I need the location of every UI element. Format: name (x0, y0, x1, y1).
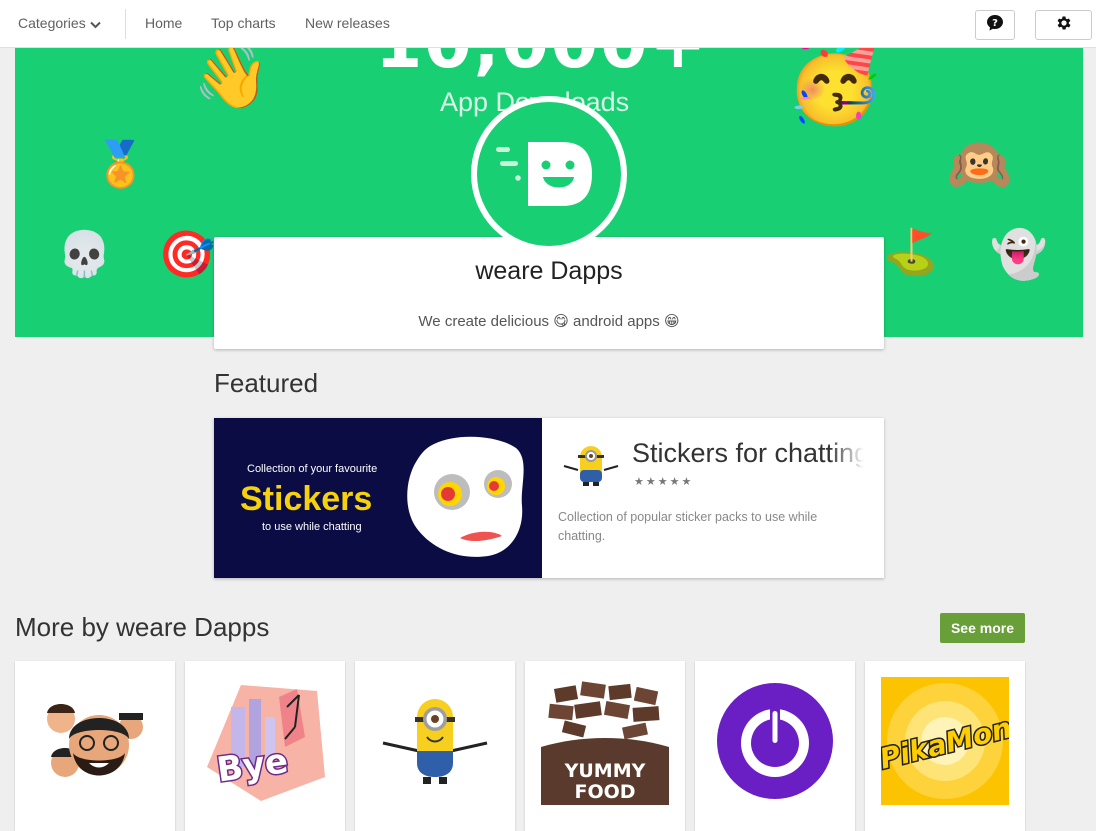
app-card[interactable]: PikaMon (865, 661, 1025, 831)
medal-icon: 🏅 (93, 140, 148, 189)
chevron-down-icon (89, 16, 101, 32)
tagline-text-2: android apps (573, 313, 660, 330)
ghost-icon: 👻 (990, 228, 1048, 280)
see-more-button[interactable]: See more (940, 613, 1025, 643)
featured-banner-line3: to use while chatting (262, 521, 362, 533)
dapps-logo-icon (496, 142, 592, 206)
app-card[interactable] (695, 661, 855, 831)
categories-label: Categories (18, 15, 86, 31)
app-card[interactable] (15, 661, 175, 831)
grin-emoji-icon: 😁 (663, 313, 680, 330)
nav-divider (125, 9, 126, 39)
bye-sticker-icon: Bye (201, 677, 329, 805)
nav-home[interactable]: Home (145, 15, 182, 31)
gear-icon (1055, 14, 1073, 37)
tagline-text-1: We create delicious (418, 313, 550, 330)
yummy-label-1: YUMMY (564, 760, 646, 782)
developer-logo (471, 96, 627, 252)
developer-tagline: We create delicious 😋 android apps 😁 (214, 312, 884, 330)
nav-new-releases[interactable]: New releases (305, 15, 390, 31)
nav-top-charts[interactable]: Top charts (211, 15, 276, 31)
golf-flag-icon: ⛳ (883, 228, 938, 277)
app-card[interactable]: YUMMY FOOD (525, 661, 685, 831)
developer-card: weare Dapps We create delicious 😋 androi… (214, 237, 884, 349)
developer-name: weare Dapps (475, 257, 623, 285)
yummy-label-2: FOOD (574, 781, 635, 803)
featured-app-title[interactable]: Stickers for chatting (632, 438, 864, 469)
downloads-count: 10,000+ (375, 47, 708, 84)
minion-icon (562, 442, 620, 488)
monkey-icon: 🙉 (947, 136, 1012, 194)
waving-hand-icon: 👋 (193, 47, 271, 112)
app-card[interactable]: Bye (185, 661, 345, 831)
featured-banner-line1: Collection of your favourite (247, 463, 378, 475)
party-face-icon: 🥳 (785, 47, 885, 126)
svg-text:?: ? (992, 18, 998, 29)
power-button-icon (711, 677, 839, 805)
top-bar: Categories Home Top charts New releases … (0, 0, 1096, 48)
settings-button[interactable] (1035, 10, 1092, 40)
target-icon: 🎯 (158, 228, 216, 280)
categories-dropdown[interactable]: Categories (18, 15, 101, 32)
skull-icon: 💀 (57, 230, 112, 279)
yummy-food-icon: YUMMY FOOD (541, 677, 669, 805)
featured-app-description: Collection of popular sticker packs to u… (558, 510, 818, 543)
ghost-sticker-icon (407, 436, 524, 557)
pikamon-icon: PikaMon (881, 677, 1009, 805)
featured-banner-line2: Stickers (240, 480, 373, 518)
featured-heading: Featured (214, 368, 319, 398)
memoji-stickers-icon (31, 677, 159, 805)
more-by-heading: More by weare Dapps (15, 612, 270, 642)
yum-emoji-icon: 😋 (553, 313, 569, 330)
help-button[interactable]: ? (975, 10, 1015, 40)
minion-icon (371, 677, 499, 805)
featured-app-card[interactable]: Collection of your favourite Stickers to… (214, 418, 884, 578)
help-icon: ? (986, 14, 1004, 37)
rating-stars: ★★★★★ (634, 476, 694, 488)
featured-banner-image: Collection of your favourite Stickers to… (214, 418, 542, 578)
app-card[interactable] (355, 661, 515, 831)
